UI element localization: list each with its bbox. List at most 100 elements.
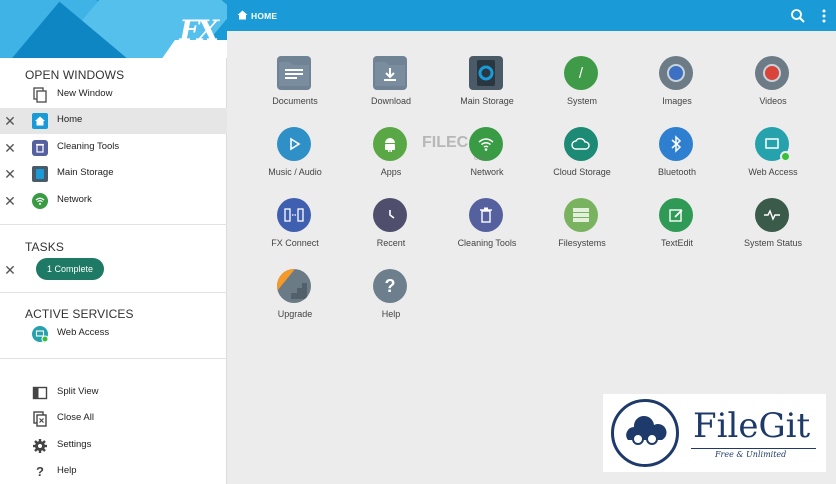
audio-icon — [277, 127, 311, 161]
tile-cloud-storage[interactable]: Cloud Storage — [534, 127, 630, 187]
images-icon — [659, 56, 693, 90]
tile-main-storage[interactable]: Main Storage — [439, 56, 535, 116]
tile-label: Filesystems — [558, 238, 606, 248]
tile-textedit[interactable]: TextEdit — [629, 198, 725, 258]
breadcrumb[interactable]: HOME — [251, 11, 277, 21]
fx-connect-icon — [277, 198, 311, 232]
tile-label: Help — [381, 309, 401, 319]
documents-folder-icon — [277, 56, 311, 90]
bluetooth-icon — [659, 127, 693, 161]
storage-icon — [32, 166, 48, 182]
close-icon[interactable]: ✕ — [4, 141, 16, 155]
web-access-icon — [32, 326, 48, 342]
split-view-icon — [32, 386, 48, 400]
watermark-text: FILEC — [422, 134, 469, 151]
split-view-item[interactable]: Split View — [0, 380, 227, 406]
tile-label: Images — [662, 96, 692, 106]
tile-label: Network — [470, 167, 504, 177]
videos-icon — [755, 56, 789, 90]
trash-icon — [32, 140, 48, 156]
gear-icon — [33, 439, 47, 453]
close-icon[interactable]: ✕ — [4, 194, 16, 208]
active-status-dot — [780, 151, 791, 162]
new-window-label: New Window — [57, 88, 113, 99]
window-item-label: Home — [57, 114, 83, 125]
new-window-icon — [33, 87, 47, 103]
window-item-label: Main Storage — [57, 167, 114, 178]
tile-download[interactable]: Download — [343, 56, 439, 116]
tile-recent[interactable]: Recent — [343, 198, 439, 258]
settings-item[interactable]: Settings — [0, 433, 227, 459]
tile-label: Videos — [759, 96, 787, 106]
tile-upgrade[interactable]: Upgrade — [247, 269, 343, 329]
close-icon[interactable]: ✕ — [4, 262, 16, 279]
tile-images[interactable]: Images — [629, 56, 725, 116]
storage-icon — [469, 56, 503, 90]
home-icon — [32, 113, 48, 129]
split-view-label: Split View — [57, 386, 99, 397]
tile-label: Apps — [380, 167, 402, 177]
system-icon: / — [564, 56, 598, 90]
open-windows-title: OPEN WINDOWS — [25, 68, 125, 82]
filesystems-icon — [564, 198, 598, 232]
filegit-title: FileGit — [693, 406, 811, 446]
tile-label: Music / Audio — [268, 167, 322, 177]
close-icon[interactable]: ✕ — [4, 167, 16, 181]
upgrade-icon — [277, 269, 311, 303]
active-services-title: ACTIVE SERVICES — [25, 307, 134, 321]
tile-help[interactable]: ? Help — [343, 269, 439, 329]
window-item-label: Cleaning Tools — [57, 141, 120, 152]
wifi-icon — [32, 193, 48, 209]
new-window-item[interactable]: New Window — [0, 82, 227, 108]
sidebar: FX OPEN WINDOWS New Window ✕ Home ✕ Clea… — [0, 0, 227, 484]
window-item-label: Network — [57, 194, 92, 205]
tile-web-access[interactable]: Web Access — [725, 127, 821, 187]
android-icon — [373, 127, 407, 161]
tile-music-audio[interactable]: Music / Audio — [247, 127, 343, 187]
tile-documents[interactable]: Documents — [247, 56, 343, 116]
tile-system[interactable]: / System — [534, 56, 630, 116]
close-all-label: Close All — [57, 412, 94, 423]
window-item-network[interactable]: ✕ Network — [0, 188, 227, 214]
trash-icon — [469, 198, 503, 232]
tile-fx-connect[interactable]: FX Connect — [247, 198, 343, 258]
tile-bluetooth[interactable]: Bluetooth — [629, 127, 725, 187]
help-icon: ? — [373, 269, 407, 303]
window-item-home[interactable]: ✕ Home — [0, 108, 227, 134]
close-icon[interactable]: ✕ — [4, 114, 16, 128]
service-item-label: Web Access — [57, 327, 110, 338]
cloud-icon — [564, 127, 598, 161]
help-label: Help — [57, 465, 77, 476]
pulse-icon — [755, 198, 789, 232]
watermark-subtext: com — [474, 153, 490, 162]
tile-label: Main Storage — [460, 96, 514, 106]
window-item-cleaning-tools[interactable]: ✕ Cleaning Tools — [0, 135, 227, 161]
tile-cleaning-tools[interactable]: Cleaning Tools — [439, 198, 535, 258]
filegit-subtitle: Free & Unlimited — [715, 450, 787, 459]
tile-label: Cloud Storage — [553, 167, 611, 177]
overflow-menu-icon[interactable] — [821, 8, 827, 24]
window-item-main-storage[interactable]: ✕ Main Storage — [0, 161, 227, 187]
search-icon[interactable] — [790, 8, 806, 24]
tile-filesystems[interactable]: Filesystems — [534, 198, 630, 258]
fx-logo: FX — [179, 14, 219, 47]
tile-label: System — [566, 96, 597, 106]
download-folder-icon — [373, 56, 407, 90]
home-icon[interactable] — [237, 10, 248, 20]
filegit-logo: FileGit Free & Unlimited — [603, 394, 826, 472]
top-bar: HOME — [227, 0, 836, 31]
tile-label: Cleaning Tools — [457, 238, 517, 248]
tile-label: Bluetooth — [657, 167, 697, 177]
tile-label: TextEdit — [660, 238, 693, 248]
tile-videos[interactable]: Videos — [725, 56, 821, 116]
task-status-badge[interactable]: 1 Complete — [36, 258, 104, 280]
brand-header: FX — [0, 0, 227, 58]
close-all-item[interactable]: Close All — [0, 406, 227, 432]
close-all-icon — [33, 411, 47, 427]
service-item-web-access[interactable]: Web Access — [0, 321, 227, 347]
help-item[interactable]: ? Help — [0, 459, 227, 484]
tile-label: Recent — [376, 238, 406, 248]
tile-system-status[interactable]: System Status — [725, 198, 821, 258]
tasks-title: TASKS — [25, 240, 64, 254]
tile-label: FX Connect — [271, 238, 319, 248]
